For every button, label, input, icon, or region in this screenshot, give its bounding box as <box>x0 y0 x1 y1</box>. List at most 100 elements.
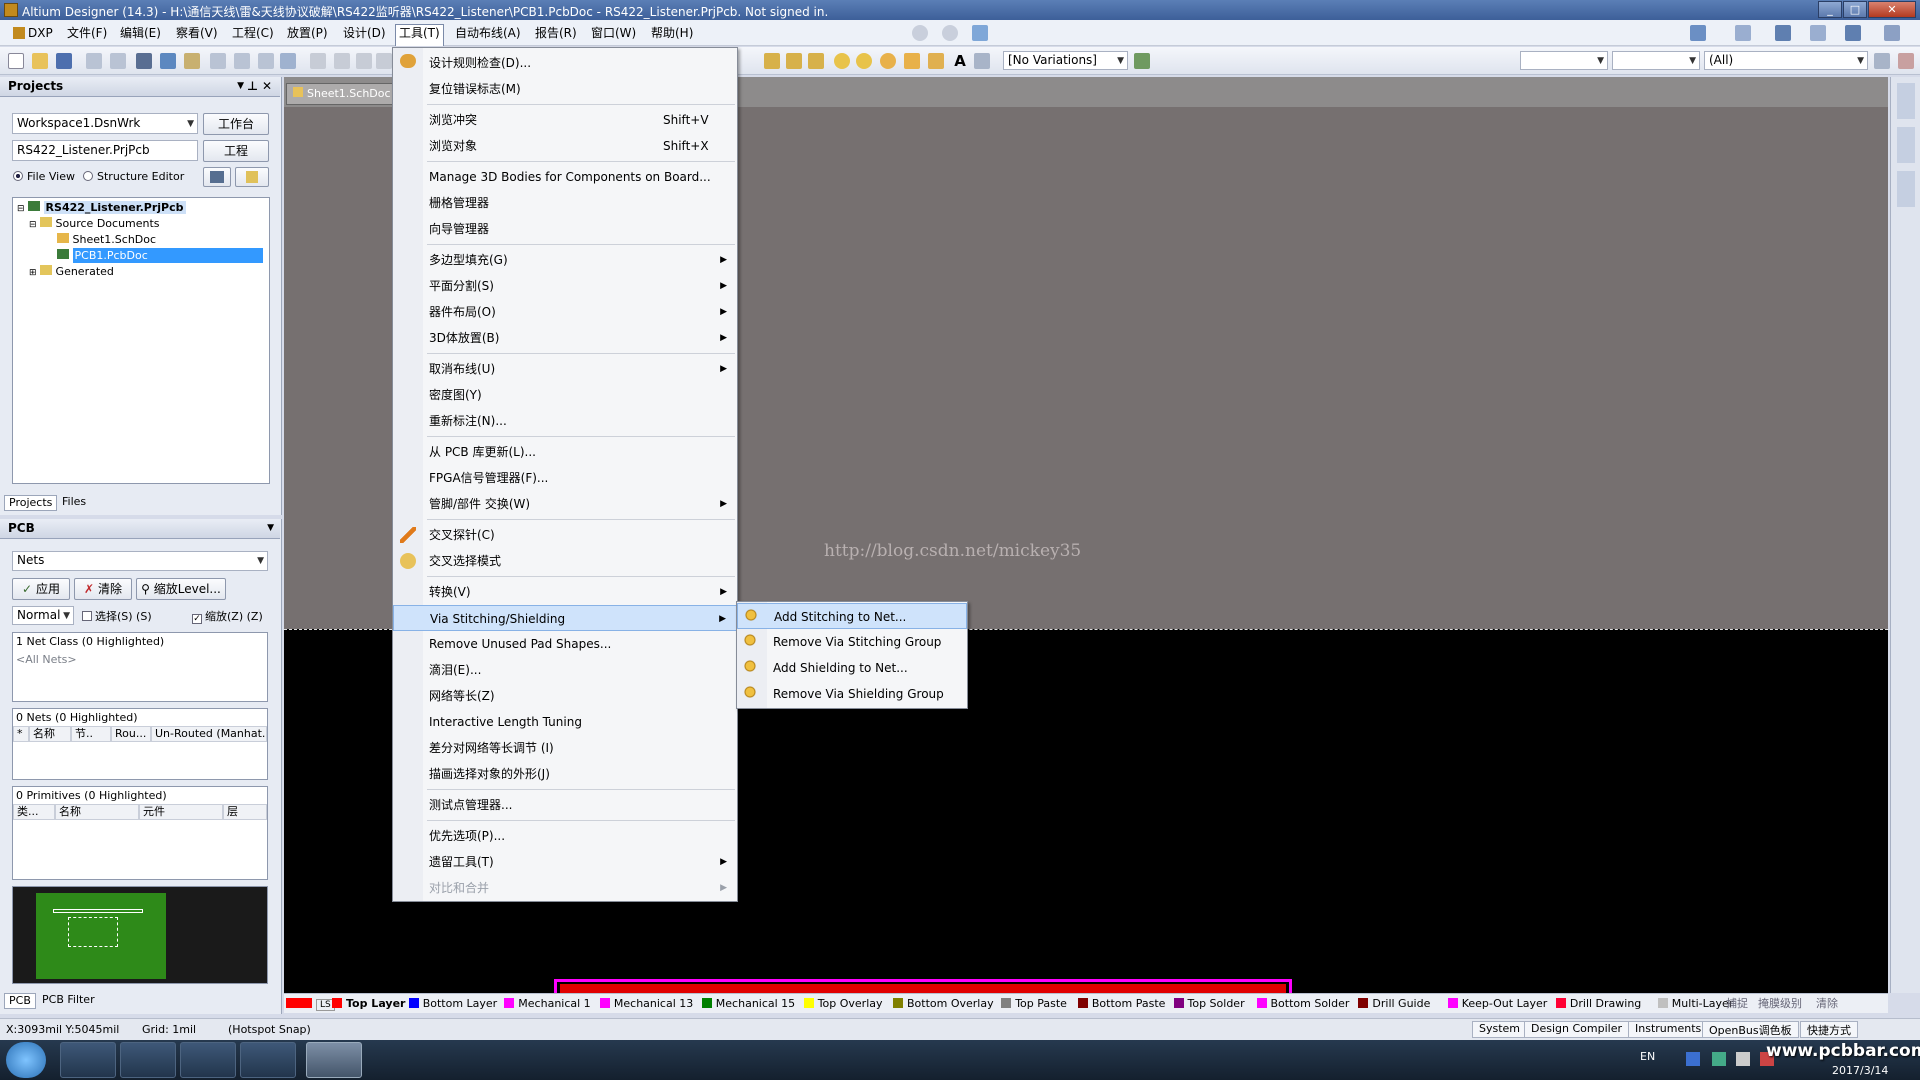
workspace-button[interactable]: 工作台 <box>203 113 269 135</box>
apply-button[interactable]: ✓ 应用 <box>12 578 70 600</box>
board-minimap[interactable] <box>12 886 268 984</box>
layer-tab[interactable]: LS <box>286 997 335 1012</box>
via-icon[interactable] <box>856 53 872 69</box>
shortcuts-button[interactable]: 快捷方式 <box>1800 1021 1858 1038</box>
pad-icon[interactable] <box>834 53 850 69</box>
menu-tools[interactable]: 工具(T) <box>395 24 444 46</box>
col-prim-name[interactable]: 名称 <box>55 804 139 820</box>
layer-tab[interactable]: Bottom Layer <box>408 997 497 1011</box>
close-icon[interactable]: ✕ <box>262 77 272 96</box>
panel-menu-icon[interactable]: ▼ <box>237 77 244 96</box>
layer-tab[interactable]: Keep-Out Layer <box>1447 997 1547 1011</box>
collapse-icon[interactable]: ⊟ <box>29 220 37 230</box>
tools-menu-item[interactable]: 从 PCB 库更新(L)... <box>393 439 737 465</box>
tools-menu-item[interactable]: 设计规则检查(D)... <box>393 50 737 76</box>
col-unrouted[interactable]: Un-Routed (Manhat... <box>151 726 267 742</box>
right-panel-tab-3[interactable] <box>1897 171 1915 207</box>
taskbar-sogou-icon[interactable] <box>180 1042 236 1078</box>
interactive-route-icon[interactable] <box>764 53 780 69</box>
shield-icon[interactable] <box>1686 1052 1700 1066</box>
layout-icon[interactable] <box>1690 25 1706 41</box>
zoom-select-icon[interactable] <box>258 53 274 69</box>
menu-autoroute[interactable]: 自动布线(A) <box>452 25 524 43</box>
tools-menu-item[interactable]: 密度图(Y) <box>393 382 737 408</box>
layer-tab[interactable]: Mechanical 13 <box>599 997 693 1011</box>
rubber-stamp-icon[interactable] <box>376 53 392 69</box>
browse-icon[interactable] <box>184 53 200 69</box>
tools-menu-item[interactable]: 网络等长(Z) <box>393 683 737 709</box>
layer-tab[interactable]: Top Paste <box>1001 997 1067 1011</box>
diff-pair-route-icon[interactable] <box>786 53 802 69</box>
menu-place[interactable]: 放置(P) <box>284 25 331 43</box>
layer-tab[interactable]: Multi-Layer <box>1657 997 1733 1011</box>
tools-menu-item[interactable]: 遗留工具(T) ▶ <box>393 849 737 875</box>
open-icon[interactable] <box>32 53 48 69</box>
tab-pcb-filter[interactable]: PCB Filter <box>38 993 99 1009</box>
string-icon[interactable]: A <box>952 53 968 69</box>
all-nets-item[interactable]: <All Nets> <box>16 653 77 666</box>
panel-menu-icon[interactable]: ▼ <box>267 519 274 538</box>
file-view-radio[interactable]: File View <box>13 170 75 183</box>
via-stitching-submenu-item[interactable]: Add Stitching to Net... <box>737 603 967 629</box>
col-name[interactable]: 名称 <box>29 726 71 742</box>
layer-tab[interactable]: Bottom Overlay <box>893 997 994 1011</box>
paste-icon[interactable] <box>356 53 372 69</box>
menu-window[interactable]: 窗口(W) <box>588 25 639 43</box>
layer-tab[interactable]: Drill Drawing <box>1555 997 1641 1011</box>
tools-menu-item[interactable]: 多边型填充(G) ▶ <box>393 247 737 273</box>
via-stitching-submenu-item[interactable]: Add Shielding to Net... <box>737 655 967 681</box>
toolbar-select-1[interactable]: ▼ <box>1520 51 1608 70</box>
tools-menu-item[interactable]: 优先选项(P)... <box>393 823 737 849</box>
tools-menu-item[interactable]: FPGA信号管理器(F)... <box>393 465 737 491</box>
workspace-select[interactable]: Workspace1.DsnWrk ▼ <box>12 113 198 134</box>
via-stitching-submenu-item[interactable]: Remove Via Stitching Group <box>737 629 967 655</box>
tree-sheet1[interactable]: Sheet1.SchDoc <box>57 232 156 248</box>
tools-menu-item[interactable]: 栅格管理器 <box>393 190 737 216</box>
start-button-icon[interactable] <box>6 1042 46 1078</box>
zoom-icon[interactable] <box>1874 53 1890 69</box>
variant-icon[interactable] <box>1134 53 1150 69</box>
panels-icon[interactable] <box>1775 25 1791 41</box>
tools-menu-item[interactable]: Via Stitching/Shielding ▶ <box>393 605 737 631</box>
cut-icon[interactable] <box>310 53 326 69</box>
tab-projects[interactable]: Projects <box>4 495 58 511</box>
mask-level-button[interactable]: 掩膜级别 <box>1758 997 1802 1010</box>
layer-tab[interactable]: Bottom Solder <box>1256 997 1349 1011</box>
nav-forward-icon[interactable] <box>942 25 958 41</box>
menu-file[interactable]: 文件(F) <box>64 25 110 43</box>
menu-design[interactable]: 设计(D) <box>340 25 389 43</box>
select-checkbox[interactable]: 选择(S) (S) <box>82 608 152 624</box>
zoom-checkbox[interactable]: ✓ 缩放(Z) (Z) <box>192 608 263 624</box>
taskbar-browser-icon[interactable] <box>240 1042 296 1078</box>
component-icon[interactable] <box>974 53 990 69</box>
tab-files[interactable]: Files <box>58 495 90 511</box>
tools-menu-item[interactable]: Remove Unused Pad Shapes... <box>393 631 737 657</box>
right-panel-tab-1[interactable] <box>1897 83 1915 119</box>
menu-reports[interactable]: 报告(R) <box>532 25 580 43</box>
snap-toggle[interactable]: 捕捉 <box>1726 997 1748 1010</box>
menu-project[interactable]: 工程(C) <box>229 25 277 43</box>
home-icon[interactable] <box>972 25 988 41</box>
tools-menu-item[interactable]: 交叉探针(C) <box>393 522 737 548</box>
col-routed[interactable]: Rou... <box>111 726 151 742</box>
compile-button[interactable] <box>203 167 231 187</box>
collapse-icon[interactable]: ⊟ <box>17 204 25 214</box>
pcb-mode-select[interactable]: Nets ▼ <box>12 551 268 571</box>
expand-icon[interactable]: ⊞ <box>29 268 37 278</box>
taskbar-altium-icon[interactable] <box>306 1042 362 1078</box>
menu-help[interactable]: 帮助(H) <box>648 25 696 43</box>
tools-menu-item[interactable]: 浏览对象 Shift+X <box>393 133 737 159</box>
tools-menu-item[interactable]: 测试点管理器... <box>393 792 737 818</box>
project-button[interactable]: 工程 <box>203 140 269 162</box>
filter-icon[interactable] <box>280 53 296 69</box>
tools-menu-item[interactable]: Interactive Length Tuning <box>393 709 737 735</box>
network-icon[interactable] <box>1712 1052 1726 1066</box>
tools-menu-item[interactable]: 器件布局(O) ▶ <box>393 299 737 325</box>
board-3d-icon[interactable] <box>160 53 176 69</box>
tools-menu-item[interactable]: 复位错误标志(M) <box>393 76 737 102</box>
zoom-area-icon[interactable] <box>234 53 250 69</box>
menu-dxp[interactable]: DXP <box>10 25 56 43</box>
tree-root[interactable]: ⊟ RS422_Listener.PrjPcb <box>17 200 267 216</box>
layer-tab[interactable]: Drill Guide <box>1358 997 1430 1011</box>
tools-menu-item[interactable]: 3D体放置(B) ▶ <box>393 325 737 351</box>
